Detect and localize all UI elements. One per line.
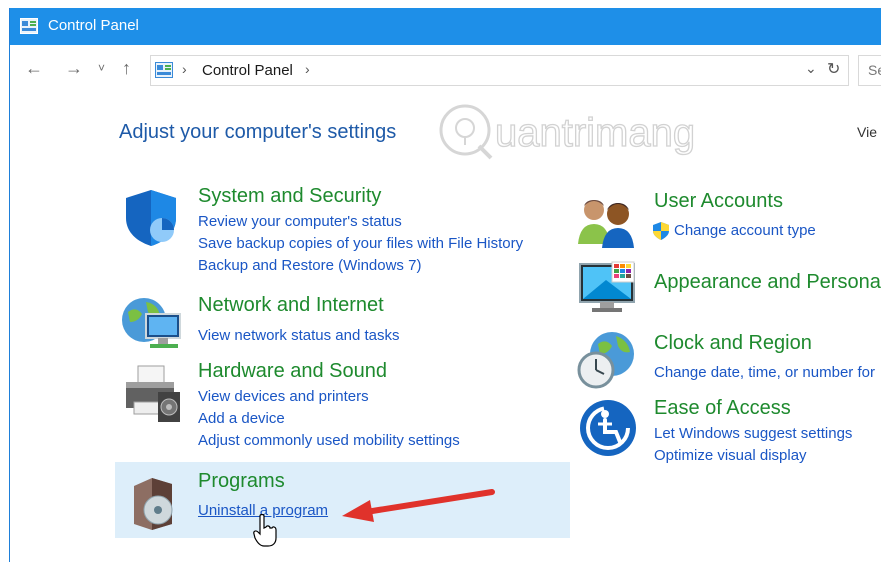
watermark-text: uantrimang [495,111,695,155]
link-save-backup-file-history[interactable]: Save backup copies of your files with Fi… [198,235,523,252]
ease-of-access-icon[interactable] [578,398,638,458]
link-backup-and-restore[interactable]: Backup and Restore (Windows 7) [198,257,421,274]
view-by-label[interactable]: Vie [857,124,877,140]
breadcrumb-separator-icon[interactable]: › [305,61,310,77]
programs-disc-icon[interactable] [128,474,178,532]
category-programs[interactable]: Programs [198,470,285,493]
category-clock-and-region[interactable]: Clock and Region [654,332,812,355]
category-network-and-internet[interactable]: Network and Internet [198,294,384,317]
back-arrow-icon[interactable]: ← [25,59,43,77]
search-input[interactable]: Se [858,55,881,86]
address-dropdown-icon[interactable]: ⌄ [805,60,817,77]
shield-icon[interactable] [122,188,180,248]
link-add-a-device[interactable]: Add a device [198,410,285,427]
link-review-computer-status[interactable]: Review your computer's status [198,213,402,230]
control-panel-icon [155,62,173,78]
red-arrow-annotation [342,489,495,522]
category-appearance-and-personalization[interactable]: Appearance and Personal [654,271,881,294]
category-ease-of-access[interactable]: Ease of Access [654,397,791,420]
uac-shield-icon [653,222,669,240]
printer-icon[interactable] [120,362,186,426]
address-bar[interactable]: › Control Panel › ⌄ ↻ [150,55,849,86]
forward-arrow-icon[interactable]: → [65,59,83,77]
users-icon[interactable] [576,194,638,248]
category-system-and-security[interactable]: System and Security [198,185,381,208]
refresh-icon[interactable]: ↻ [827,59,840,79]
title-bar: Control Panel [10,8,881,45]
category-user-accounts[interactable]: User Accounts [654,190,783,213]
link-view-network-status[interactable]: View network status and tasks [198,327,400,344]
link-change-date-time-number[interactable]: Change date, time, or number for [654,364,875,381]
link-view-devices-printers[interactable]: View devices and printers [198,388,369,405]
hand-cursor-icon [253,514,277,547]
navigation-bar: ← → ˅ ↑ › Control Panel › ⌄ ↻ Se [10,45,881,93]
network-globe-icon[interactable] [118,292,184,350]
link-change-account-type[interactable]: Change account type [674,222,816,239]
window-title: Control Panel [48,17,139,34]
control-panel-window: Control Panel ← → ˅ ↑ › Control Panel › … [9,8,881,562]
breadcrumb-control-panel[interactable]: Control Panel [202,62,293,79]
control-panel-icon [20,18,38,34]
up-arrow-icon[interactable]: ↑ [122,59,131,77]
link-optimize-visual-display[interactable]: Optimize visual display [654,447,807,464]
monitor-palette-icon[interactable] [576,260,638,318]
category-hardware-and-sound[interactable]: Hardware and Sound [198,360,387,383]
page-title: Adjust your computer's settings [119,121,397,143]
breadcrumb-separator-icon[interactable]: › [182,61,187,77]
link-mobility-settings[interactable]: Adjust commonly used mobility settings [198,432,460,449]
watermark-logo: uantrimang [439,104,696,160]
clock-globe-icon[interactable] [576,330,638,390]
recent-locations-chevron-icon[interactable]: ˅ [98,59,105,77]
search-placeholder: Se [868,62,881,78]
link-let-windows-suggest-settings[interactable]: Let Windows suggest settings [654,425,852,442]
